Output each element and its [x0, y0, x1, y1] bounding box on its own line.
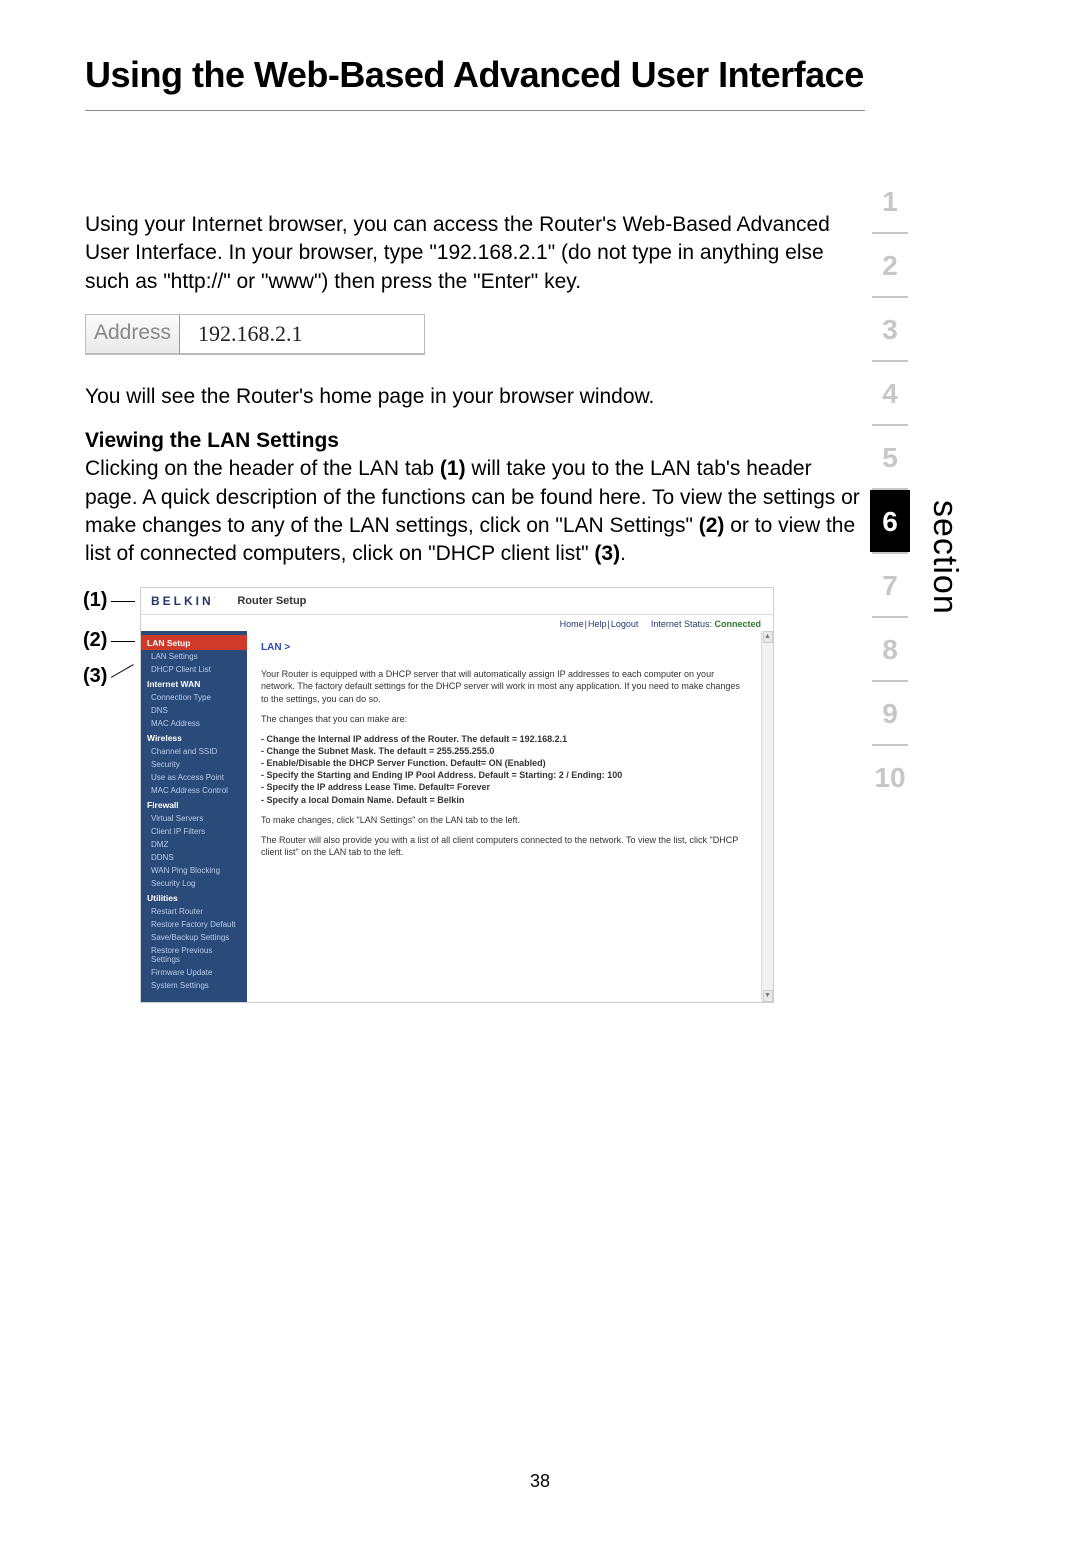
section-label: section [925, 500, 964, 615]
sidebar-item[interactable]: Restore Factory Default [141, 918, 247, 931]
panel-bullet: - Specify the IP address Lease Time. Def… [261, 781, 747, 793]
section-nav-3[interactable]: 3 [870, 298, 910, 360]
address-bar: Address 192.168.2.1 [85, 314, 425, 355]
panel-bullet: - Specify a local Domain Name. Default =… [261, 794, 747, 806]
panel-bullet: - Change the Subnet Mask. The default = … [261, 745, 747, 757]
section-nav-6[interactable]: 6 [870, 490, 910, 552]
page-number: 38 [0, 1471, 1080, 1492]
section-nav-9[interactable]: 9 [870, 682, 910, 744]
scroll-up-icon[interactable]: ▲ [763, 631, 773, 643]
sidebar-item[interactable]: LAN Setup [141, 635, 247, 650]
panel-text: To make changes, click "LAN Settings" on… [261, 814, 747, 826]
lan-settings-paragraph: Clicking on the header of the LAN tab (1… [85, 455, 865, 568]
section-nav-2[interactable]: 2 [870, 234, 910, 296]
panel-bullet: - Specify the Starting and Ending IP Poo… [261, 769, 747, 781]
address-value: 192.168.2.1 [180, 315, 424, 353]
callout-1: (1) [83, 589, 107, 612]
brand-logo: BELKIN [151, 594, 214, 608]
sidebar-item[interactable]: Internet WAN [141, 676, 247, 691]
callout-3: (3) [83, 665, 107, 688]
sidebar-item[interactable]: Security Log [141, 877, 247, 890]
sidebar-item[interactable]: Channel and SSID [141, 745, 247, 758]
section-nav-8[interactable]: 8 [870, 618, 910, 680]
sidebar-item[interactable]: Utilities [141, 890, 247, 905]
link-help[interactable]: Help [588, 619, 607, 629]
page-title: Using the Web-Based Advanced User Interf… [85, 54, 865, 96]
router-screenshot: (1) (2) (3) BELKIN. Router Setup Home|He… [85, 587, 865, 1003]
panel-text: The changes that you can make are: [261, 713, 747, 725]
status-label: Internet Status: [651, 619, 712, 629]
shot-top-links: Home|Help|Logout Internet Status: Connec… [141, 615, 773, 631]
sidebar-item[interactable]: LAN Settings [141, 650, 247, 663]
sub-heading-lan-settings: Viewing the LAN Settings [85, 429, 865, 453]
section-nav: 1 2 3 4 5 6 7 8 9 10 [870, 170, 910, 808]
section-nav-1[interactable]: 1 [870, 170, 910, 232]
sidebar-item[interactable]: Restore Previous Settings [141, 944, 247, 966]
link-home[interactable]: Home [560, 619, 584, 629]
address-label: Address [86, 315, 180, 353]
scrollbar[interactable]: ▲ ▼ [761, 631, 773, 1002]
sidebar-item[interactable]: MAC Address [141, 717, 247, 730]
sidebar-item[interactable]: Save/Backup Settings [141, 931, 247, 944]
shot-header: BELKIN. Router Setup [141, 588, 773, 615]
callout-2: (2) [83, 629, 107, 652]
sidebar-item[interactable]: Firewall [141, 797, 247, 812]
sidebar-item[interactable]: DMZ [141, 838, 247, 851]
link-logout[interactable]: Logout [611, 619, 639, 629]
section-nav-10[interactable]: 10 [870, 746, 910, 808]
sidebar-item[interactable]: MAC Address Control [141, 784, 247, 797]
panel-text: The Router will also provide you with a … [261, 834, 747, 858]
sidebar-item[interactable]: WAN Ping Blocking [141, 864, 247, 877]
status-value: Connected [714, 619, 761, 629]
section-nav-4[interactable]: 4 [870, 362, 910, 424]
section-nav-5[interactable]: 5 [870, 426, 910, 488]
sidebar-item[interactable]: System Settings [141, 979, 247, 992]
sidebar-item[interactable]: Client IP Filters [141, 825, 247, 838]
sidebar-item[interactable]: Use as Access Point [141, 771, 247, 784]
intro-paragraph-2: You will see the Router's home page in y… [85, 383, 865, 411]
sidebar-item[interactable]: Restart Router [141, 905, 247, 918]
sidebar-item[interactable]: Virtual Servers [141, 812, 247, 825]
panel-bullet: - Enable/Disable the DHCP Server Functio… [261, 757, 747, 769]
intro-paragraph: Using your Internet browser, you can acc… [85, 211, 865, 296]
sidebar-item[interactable]: Wireless [141, 730, 247, 745]
sidebar-item[interactable]: Security [141, 758, 247, 771]
section-nav-7[interactable]: 7 [870, 554, 910, 616]
shot-sidebar: LAN Setup LAN Settings DHCP Client List … [141, 631, 247, 1002]
sidebar-item[interactable]: Connection Type [141, 691, 247, 704]
sidebar-item[interactable]: DHCP Client List [141, 663, 247, 676]
sidebar-item[interactable]: Firmware Update [141, 966, 247, 979]
breadcrumb[interactable]: LAN > [261, 641, 747, 655]
shot-panel: LAN > Your Router is equipped with a DHC… [247, 631, 761, 1002]
shot-title: Router Setup [237, 595, 306, 607]
panel-text: Your Router is equipped with a DHCP serv… [261, 668, 747, 704]
scroll-down-icon[interactable]: ▼ [763, 990, 773, 1002]
sidebar-item[interactable]: DDNS [141, 851, 247, 864]
sidebar-item[interactable]: DNS [141, 704, 247, 717]
panel-bullet: - Change the Internal IP address of the … [261, 733, 747, 745]
